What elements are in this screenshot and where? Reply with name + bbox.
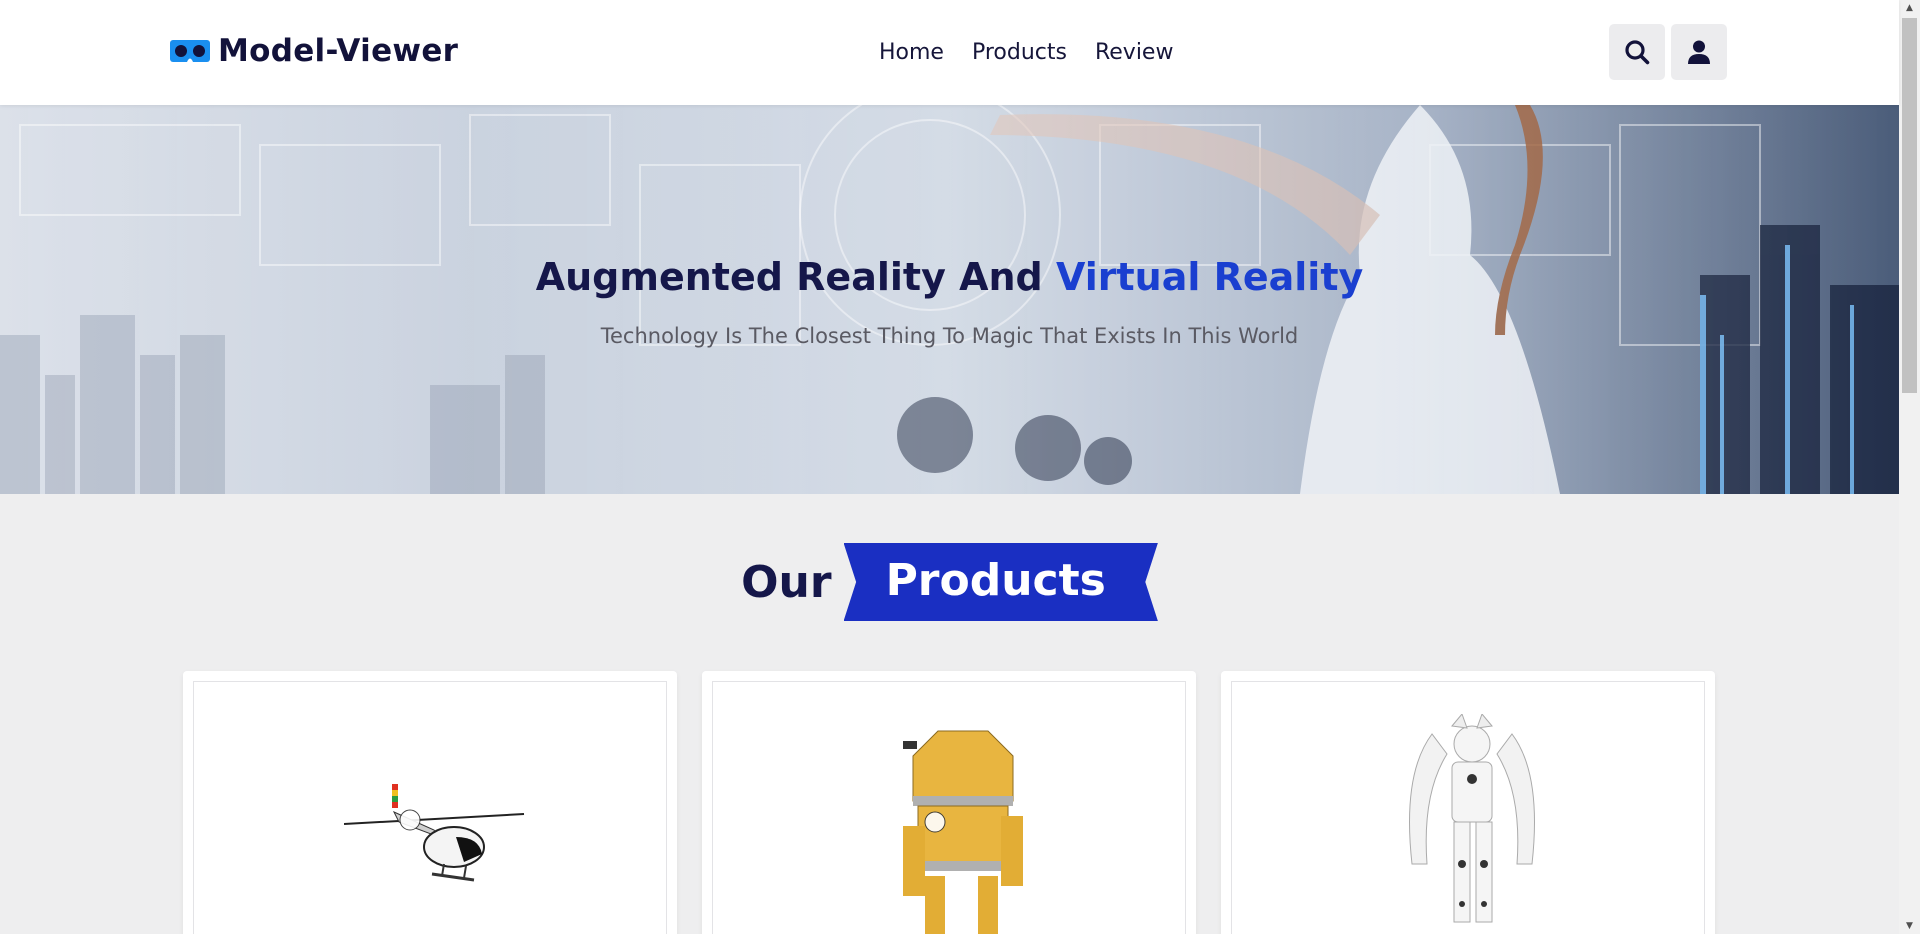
nav-products[interactable]: Products [972,40,1067,65]
hero-subtitle: Technology Is The Closest Thing To Magic… [600,324,1299,348]
heading-plain: Our [741,556,832,608]
model-viewer-frame[interactable] [193,681,667,934]
main-nav: Home Products Review [879,40,1173,65]
nav-home[interactable]: Home [879,40,944,65]
product-card-yellow-robot[interactable] [702,671,1196,934]
hero-title-accent: Virtual Reality [1055,255,1364,299]
search-button[interactable] [1609,24,1665,80]
model-viewer-frame[interactable] [712,681,1186,934]
scrollbar-thumb[interactable] [1902,18,1917,393]
product-card-white-robot[interactable] [1221,671,1715,934]
user-icon [1688,40,1710,64]
search-icon [1625,40,1650,65]
logo-text: Model-Viewer [218,33,459,69]
helicopter-model[interactable] [344,782,544,902]
scroll-down-arrow-icon[interactable]: ▼ [1899,918,1920,934]
hero-title: Augmented Reality And Virtual Reality [0,255,1899,299]
hero-title-main: Augmented Reality And [535,255,1056,299]
logo[interactable]: Model-Viewer [170,33,458,69]
scroll-up-arrow-icon[interactable]: ▲ [1899,0,1920,16]
page-scrollbar[interactable]: ▲ ▼ [1899,0,1920,934]
hero-banner: Augmented Reality And Virtual Reality Te… [0,105,1899,494]
product-card-helicopter[interactable] [183,671,677,934]
vr-headset-icon [170,40,210,62]
nav-review[interactable]: Review [1095,40,1174,65]
products-section-heading: Our Products [0,543,1899,621]
model-viewer-frame[interactable] [1231,681,1705,934]
hero-background-image [0,105,1899,494]
white-robot-model[interactable] [1392,714,1552,934]
yellow-robot-model[interactable] [883,726,1043,934]
user-button[interactable] [1671,24,1727,80]
site-header: Model-Viewer Home Products Review [0,0,1899,105]
heading-badge: Products [843,543,1158,621]
